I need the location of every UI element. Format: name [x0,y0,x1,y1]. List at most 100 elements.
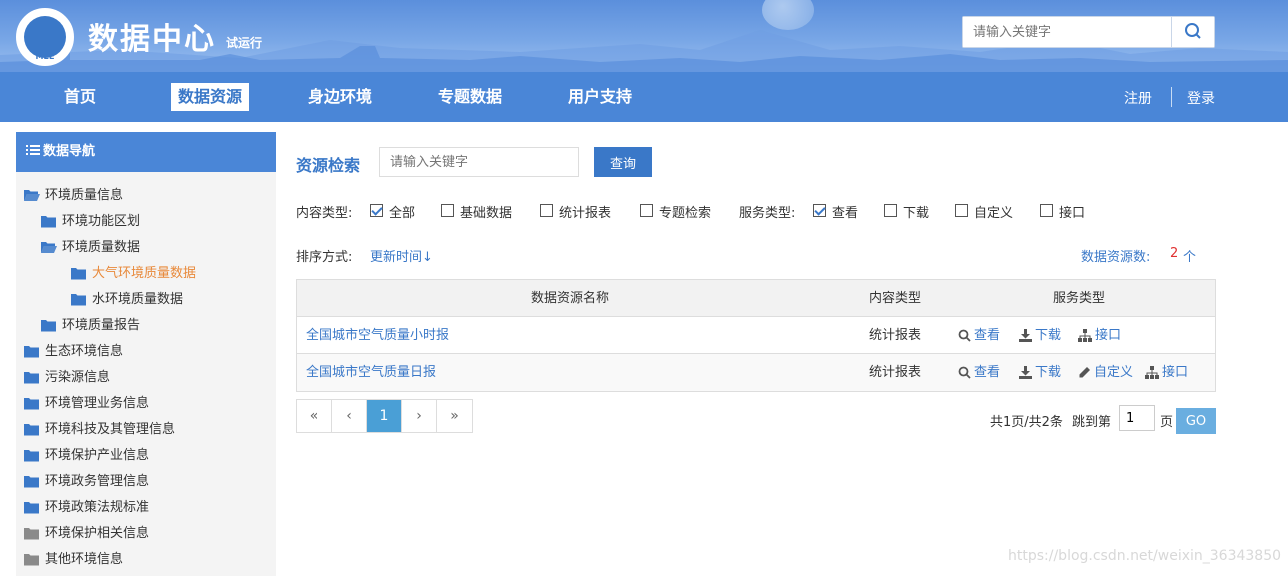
option-basic-data-label: 基础数据 [460,206,513,221]
prev-page-button[interactable]: ‹ [332,400,367,432]
folder-icon [24,450,39,462]
sidebar-tree-label: 水环境质量数据 [92,292,184,307]
folder-icon [24,554,39,566]
folder-icon [24,398,39,410]
folder-icon [24,502,39,514]
option-api-label: 接口 [1059,206,1086,221]
content-type-label: 内容类型: [296,206,353,221]
service-download-link[interactable]: 下载 [1019,354,1061,391]
folder-icon [24,476,39,488]
folder-icon [24,346,39,358]
sidebar-tree-label: 环境质量信息 [45,188,124,203]
option-topic-search-label: 专题检索 [659,206,712,221]
nav-topics[interactable]: 专题数据 [431,83,509,111]
checkbox-stat-report[interactable] [540,204,553,217]
jump-page-input[interactable] [1119,405,1155,431]
folder-icon [41,216,56,228]
service-custom-link[interactable]: 自定义 [1078,354,1133,391]
page-unit: 页 [1160,415,1174,430]
option-view-label: 查看 [832,206,859,221]
nav-home[interactable]: 首页 [57,83,103,111]
sort-label: 排序方式: [296,250,353,265]
register-link[interactable]: 注册 [1124,88,1152,108]
sidebar-tree-item[interactable]: 环境保护相关信息 [24,523,149,545]
service-api-link[interactable]: 接口 [1145,354,1188,391]
resource-name-link[interactable]: 全国城市空气质量日报 [306,354,436,391]
resource-count-label: 数据资源数: [1081,250,1151,265]
checkbox-basic-data[interactable] [441,204,454,217]
service-download-label: 下载 [1035,365,1062,380]
content-type-cell: 统计报表 [869,328,922,343]
option-download-label: 下载 [903,206,930,221]
service-view-link[interactable]: 查看 [958,317,1000,354]
pagination: « ‹ 1 › » [296,399,473,433]
col-content-type: 内容类型 [869,291,922,306]
option-all-label: 全部 [389,206,416,221]
sidebar-tree-item[interactable]: 水环境质量数据 [71,289,183,311]
header-search [962,16,1215,48]
login-link[interactable]: 登录 [1187,88,1215,108]
sidebar-tree-item[interactable]: 环境管理业务信息 [24,393,149,415]
service-view-link[interactable]: 查看 [958,354,1000,391]
sort-update-time[interactable]: 更新时间↓ [370,246,433,265]
keyword-input[interactable] [379,147,579,177]
checkbox-download[interactable] [884,204,897,217]
resource-name-link[interactable]: 全国城市空气质量小时报 [306,317,449,354]
service-download-link[interactable]: 下载 [1019,317,1061,354]
sidebar-tree-label: 环境政务管理信息 [45,474,150,489]
site-header: MEE 数据中心 试运行 [0,0,1288,72]
sitemap-icon [1145,366,1159,379]
sidebar-title: 数据导航 [43,144,96,159]
sidebar-tree-label: 环境功能区划 [62,214,141,229]
sidebar-tree-label: 环境保护相关信息 [45,526,150,541]
logo-text: MEE [35,52,55,61]
sidebar-tree-item[interactable]: 环境政务管理信息 [24,471,149,493]
sidebar-tree-label: 环境科技及其管理信息 [45,422,176,437]
sidebar-tree-item[interactable]: 环境科技及其管理信息 [24,419,175,441]
sidebar-tree-item[interactable]: 污染源信息 [24,367,110,389]
sidebar-tree-label: 污染源信息 [45,370,111,385]
nav-support[interactable]: 用户支持 [561,83,639,111]
first-page-button[interactable]: « [297,400,332,432]
next-page-button[interactable]: › [402,400,437,432]
last-page-button[interactable]: » [437,400,472,432]
sidebar-tree-item[interactable]: 环境质量报告 [41,315,140,337]
service-api-link[interactable]: 接口 [1078,317,1121,354]
pagination-info: 共1页/共2条 跳到第 页 GO [990,405,1216,434]
service-api-label: 接口 [1095,328,1122,343]
search-icon [1185,23,1201,39]
site-logo[interactable]: MEE [16,8,74,66]
checkbox-topic-search[interactable] [640,204,653,217]
sidebar-tree-item[interactable]: 环境功能区划 [41,211,140,233]
site-title: 数据中心 [88,22,216,57]
checkbox-view[interactable] [813,204,826,217]
folder-icon [71,294,86,306]
content-type-cell: 统计报表 [869,365,922,380]
folder-icon [24,372,39,384]
nav-surroundings[interactable]: 身边环境 [301,83,379,111]
sidebar-tree-item[interactable]: 环境质量数据 [41,237,140,259]
sidebar-tree-item[interactable]: 其他环境信息 [24,549,123,571]
header-search-button[interactable] [1171,17,1214,47]
sidebar-tree-item[interactable]: 大气环境质量数据 [71,263,196,285]
checkbox-custom[interactable] [955,204,968,217]
sort-row: 排序方式: 更新时间↓ 数据资源数: 2 个 [296,246,1216,265]
folder-open-icon [24,190,40,201]
query-button[interactable]: 查询 [594,147,652,177]
sidebar-tree-item[interactable]: 环境保护产业信息 [24,445,149,467]
folder-icon [41,320,56,332]
table-row: 全国城市空气质量日报 统计报表 查看 下载 自定义 接口 [297,354,1215,391]
checkbox-all[interactable] [370,204,383,217]
sidebar-tree-item[interactable]: 生态环境信息 [24,341,123,363]
go-button[interactable]: GO [1176,408,1216,434]
sitemap-icon [1078,329,1092,342]
option-stat-report-label: 统计报表 [559,206,612,221]
sidebar-tree-label: 环境管理业务信息 [45,396,150,411]
nav-data-resources[interactable]: 数据资源 [171,83,250,111]
sidebar-tree-item[interactable]: 环境质量信息 [24,185,123,207]
page-1-button[interactable]: 1 [367,400,402,432]
checkbox-api[interactable] [1040,204,1053,217]
sidebar-tree-item[interactable]: 环境政策法规标准 [24,497,149,519]
folder-icon [71,268,86,280]
header-search-input[interactable] [963,17,1171,47]
